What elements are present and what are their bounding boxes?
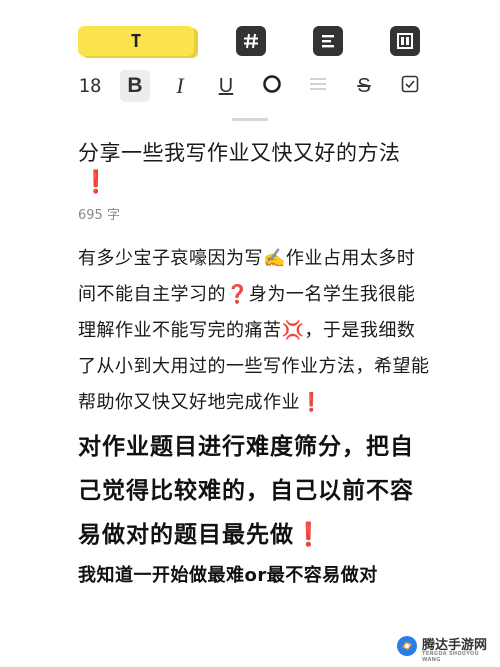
italic-button[interactable]: I [168,70,192,102]
align-icon [308,74,328,98]
checkbox-button[interactable] [398,70,422,102]
bold-icon: B [127,74,143,97]
exclamation-icon: ❗ [300,392,323,413]
underline-button[interactable]: U [214,70,238,102]
paragraph-text: 我知道一开始做最难or最不容易做对 [78,565,378,586]
style-toolbar: T [78,26,422,58]
drag-handle[interactable] [232,118,268,121]
font-size-control[interactable]: 18 [76,70,104,102]
watermark: 腾达手游网 TENGDA SHOUYOU WANG [396,633,494,663]
list-style-button[interactable] [313,26,343,56]
italic-icon: I [176,73,184,98]
circle-icon [262,74,282,98]
format-toolbar: 18 B I U S [76,70,424,104]
word-count: 695 字 [78,208,120,223]
anger-icon: 💢 [281,320,305,341]
block-style-button[interactable] [390,26,420,56]
watermark-logo-icon [396,635,418,661]
paragraph-tip[interactable]: 对作业题目进行难度筛分，把自己觉得比较难的，自己以前不容易做对的题目最先做❗ [78,425,430,557]
paragraph-text: 有多少宝子哀嚎因为写 [78,248,263,269]
align-button[interactable] [306,70,330,102]
strikethrough-icon: S [357,74,371,97]
columns-icon [396,32,414,50]
exclamation-icon: ❗ [294,522,324,548]
list-icon [319,32,337,50]
note-content[interactable]: 分享一些我写作业又快又好的方法 ❗ 695 字 有多少宝子哀嚎因为写✍️作业占用… [78,138,430,591]
strikethrough-button[interactable]: S [352,70,376,102]
paragraph-next[interactable]: 我知道一开始做最难or最不容易做对 [78,561,430,591]
paragraph-intro[interactable]: 有多少宝子哀嚎因为写✍️作业占用太多时间不能自主学习的❓身为一名学生我很能理解作… [78,241,430,421]
writing-hand-icon: ✍️ [263,248,286,269]
checkbox-icon [401,75,419,97]
note-title[interactable]: 分享一些我写作业又快又好的方法 ❗ [78,138,430,197]
font-size-value: 18 [78,75,102,97]
question-icon: ❓ [226,284,249,305]
note-title-text: 分享一些我写作业又快又好的方法 [78,141,401,165]
exclamation-icon: ❗ [82,170,110,195]
text-style-button[interactable]: T [78,26,194,56]
text-color-button[interactable] [260,70,284,102]
text-style-label: T [130,30,142,52]
heading-button[interactable] [236,26,266,56]
hash-icon [242,32,260,50]
bold-button[interactable]: B [120,70,150,102]
underline-icon: U [218,74,234,97]
paragraph-text: 对作业题目进行难度筛分，把自己觉得比较难的，自己以前不容易做对的题目最先做 [78,434,414,548]
watermark-text: 腾达手游网 TENGDA SHOUYOU WANG [422,634,494,663]
